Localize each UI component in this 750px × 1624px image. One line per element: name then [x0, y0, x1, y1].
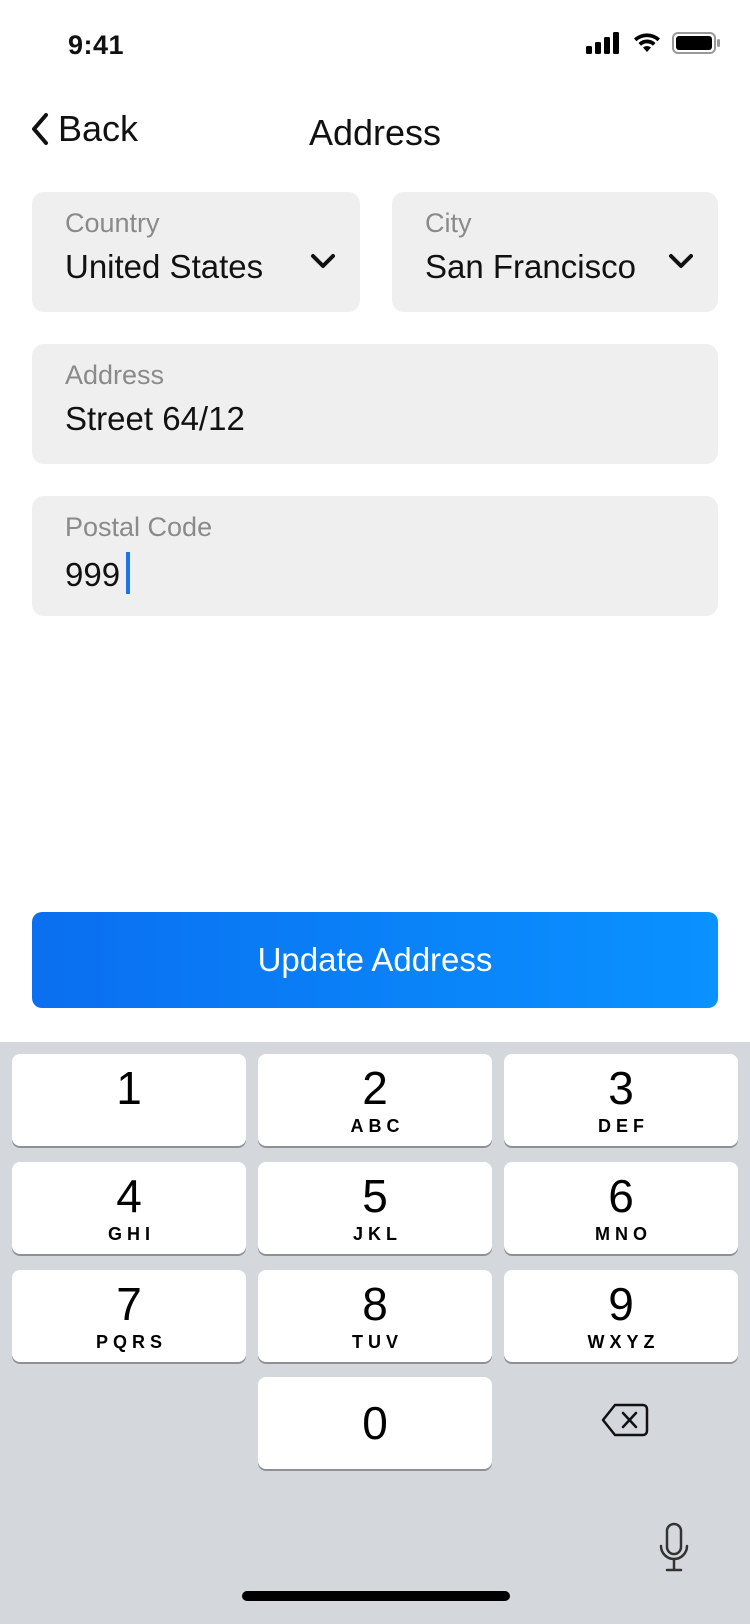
key-digit: 5	[362, 1170, 388, 1222]
country-label: Country	[65, 208, 160, 238]
key-digit: 6	[608, 1170, 634, 1222]
key-letters: GHI	[107, 1224, 155, 1244]
key-letters: MNO	[595, 1224, 652, 1244]
home-indicator	[242, 1591, 510, 1601]
dictation-button[interactable]	[652, 1518, 696, 1578]
chevron-down-icon	[311, 254, 335, 268]
key-letters: DEF	[598, 1116, 649, 1136]
key-2[interactable]: 2 ABC	[258, 1054, 492, 1146]
postal-code-input: 999	[65, 552, 131, 594]
chevron-down-icon	[669, 254, 693, 268]
key-digit: 7	[116, 1278, 142, 1330]
address-value: Street 64/12	[65, 400, 245, 437]
wifi-icon	[634, 33, 660, 52]
status-icons	[586, 32, 720, 54]
key-0[interactable]: 0	[258, 1377, 492, 1469]
address-label: Address	[65, 360, 165, 390]
delete-icon	[601, 1403, 649, 1437]
postal-code-value: 999	[65, 556, 121, 593]
key-5[interactable]: 5 JKL	[258, 1162, 492, 1254]
key-digit: 8	[362, 1278, 388, 1330]
key-letters: ABC	[350, 1116, 405, 1136]
postal-code-label: Postal Code	[65, 512, 213, 542]
key-letters: JKL	[352, 1224, 402, 1244]
address-field[interactable]: Address Street 64/12	[32, 344, 718, 464]
chevron-left-icon	[32, 113, 48, 145]
status-time: 9:41	[68, 30, 125, 60]
microphone-icon	[659, 1522, 689, 1572]
key-8[interactable]: 8 TUV	[258, 1270, 492, 1362]
city-value: San Francisco	[425, 248, 636, 285]
key-7[interactable]: 7 PQRS	[12, 1270, 246, 1362]
text-cursor	[126, 552, 131, 594]
key-digit: 2	[362, 1062, 388, 1114]
key-4[interactable]: 4 GHI	[12, 1162, 246, 1254]
key-digit: 3	[608, 1062, 634, 1114]
country-value: United States	[65, 248, 264, 285]
key-9[interactable]: 9 WXYZ	[504, 1270, 738, 1362]
key-letters: PQRS	[95, 1332, 167, 1352]
back-button[interactable]: Back	[30, 108, 138, 150]
key-1[interactable]: 1	[12, 1054, 246, 1146]
battery-icon	[672, 32, 720, 54]
nav-bar: Address Back	[0, 100, 750, 166]
delete-key[interactable]	[595, 1394, 655, 1446]
city-label: City	[425, 208, 472, 238]
signal-icon	[586, 32, 619, 54]
key-6[interactable]: 6 MNO	[504, 1162, 738, 1254]
country-select[interactable]: Country United States	[32, 192, 360, 312]
postal-code-field[interactable]: Postal Code 999	[32, 496, 718, 616]
status-bar: 9:41	[0, 0, 750, 96]
key-digit: 9	[608, 1278, 634, 1330]
key-3[interactable]: 3 DEF	[504, 1054, 738, 1146]
key-letters	[127, 1116, 132, 1136]
key-digit: 0	[362, 1397, 388, 1449]
back-label: Back	[58, 108, 139, 149]
city-select[interactable]: City San Francisco	[392, 192, 718, 312]
key-digit: 1	[116, 1062, 142, 1114]
key-digit: 4	[116, 1170, 142, 1222]
key-letters: TUV	[352, 1332, 403, 1352]
update-address-button[interactable]: Update Address	[32, 912, 718, 1008]
key-letters: WXYZ	[587, 1332, 660, 1352]
